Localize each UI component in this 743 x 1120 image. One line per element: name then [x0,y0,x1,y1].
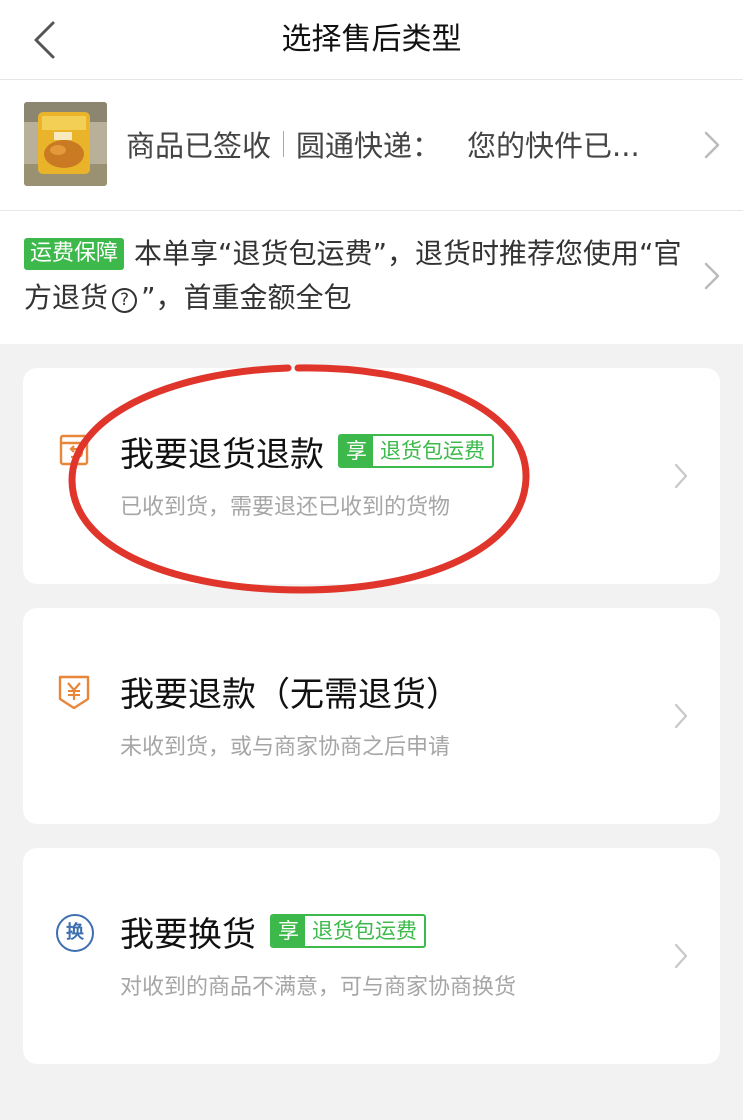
tracking-status: 您的快件已... [467,129,640,163]
badge-text: 退货包运费 [312,919,417,943]
divider [283,131,285,157]
badge-text: 退货包运费 [380,439,485,463]
option-subtitle: 未收到货，或与商家协商之后申请 [120,735,451,760]
free-return-shipping-badge: 享 退货包运费 [338,434,494,468]
option-subtitle: 已收到货，需要退还已收到的货物 [120,495,451,520]
carrier-name: 圆通快递： [296,129,442,163]
option-return-refund[interactable]: 我要退货退款 享 退货包运费 已收到货，需要退还已收到的货物 [23,368,720,584]
back-button[interactable] [22,18,66,62]
badge-tag: 享 [272,916,305,946]
page-title: 选择售后类型 [281,22,462,57]
option-subtitle: 对收到的商品不满意，可与商家协商换货 [120,975,517,1000]
shipping-text-part2: ”，首重金额全包 [141,281,352,314]
chevron-right-icon [704,131,720,159]
order-shipping-info: 商品已签收 圆通快递： 您的快件已... [126,124,666,164]
top-nav-bar: 选择售后类型 [0,0,743,80]
chevron-right-icon [674,463,688,489]
option-title-row: 我要退货退款 享 退货包运费 [120,428,494,475]
option-title-row: 我要换货 享 退货包运费 [120,908,426,955]
option-title-row: 我要退款（无需退货） [120,668,460,715]
chevron-left-icon [34,21,55,59]
option-refund-only[interactable]: 我要退款（无需退货） 未收到货，或与商家协商之后申请 [23,608,720,824]
option-title: 我要退款（无需退货） [120,674,460,715]
exchange-icon: 换 [56,914,94,952]
option-title: 我要换货 [120,914,256,955]
chevron-right-icon [704,262,720,290]
badge-tag: 享 [340,436,373,466]
return-package-icon [59,434,89,466]
shipping-guarantee-badge: 运费保障 [24,238,125,270]
option-title: 我要退货退款 [120,434,324,475]
order-summary-row[interactable]: 商品已签收 圆通快递： 您的快件已... [0,80,743,211]
option-exchange[interactable]: 换 我要换货 享 退货包运费 对收到的商品不满意，可与商家协商换货 [23,848,720,1064]
product-thumbnail [24,102,107,186]
yuan-refund-icon [58,675,90,710]
shipping-guarantee-text: 运费保障 本单享“退货包运费”，退货时推荐您使用“官方退货? ”，首重金额全包 [24,232,684,320]
chevron-right-icon [674,943,688,969]
free-return-shipping-badge: 享 退货包运费 [270,914,426,948]
order-status-label: 商品已签收 [126,129,272,163]
help-icon[interactable]: ? [112,288,138,313]
chevron-right-icon [674,703,688,729]
